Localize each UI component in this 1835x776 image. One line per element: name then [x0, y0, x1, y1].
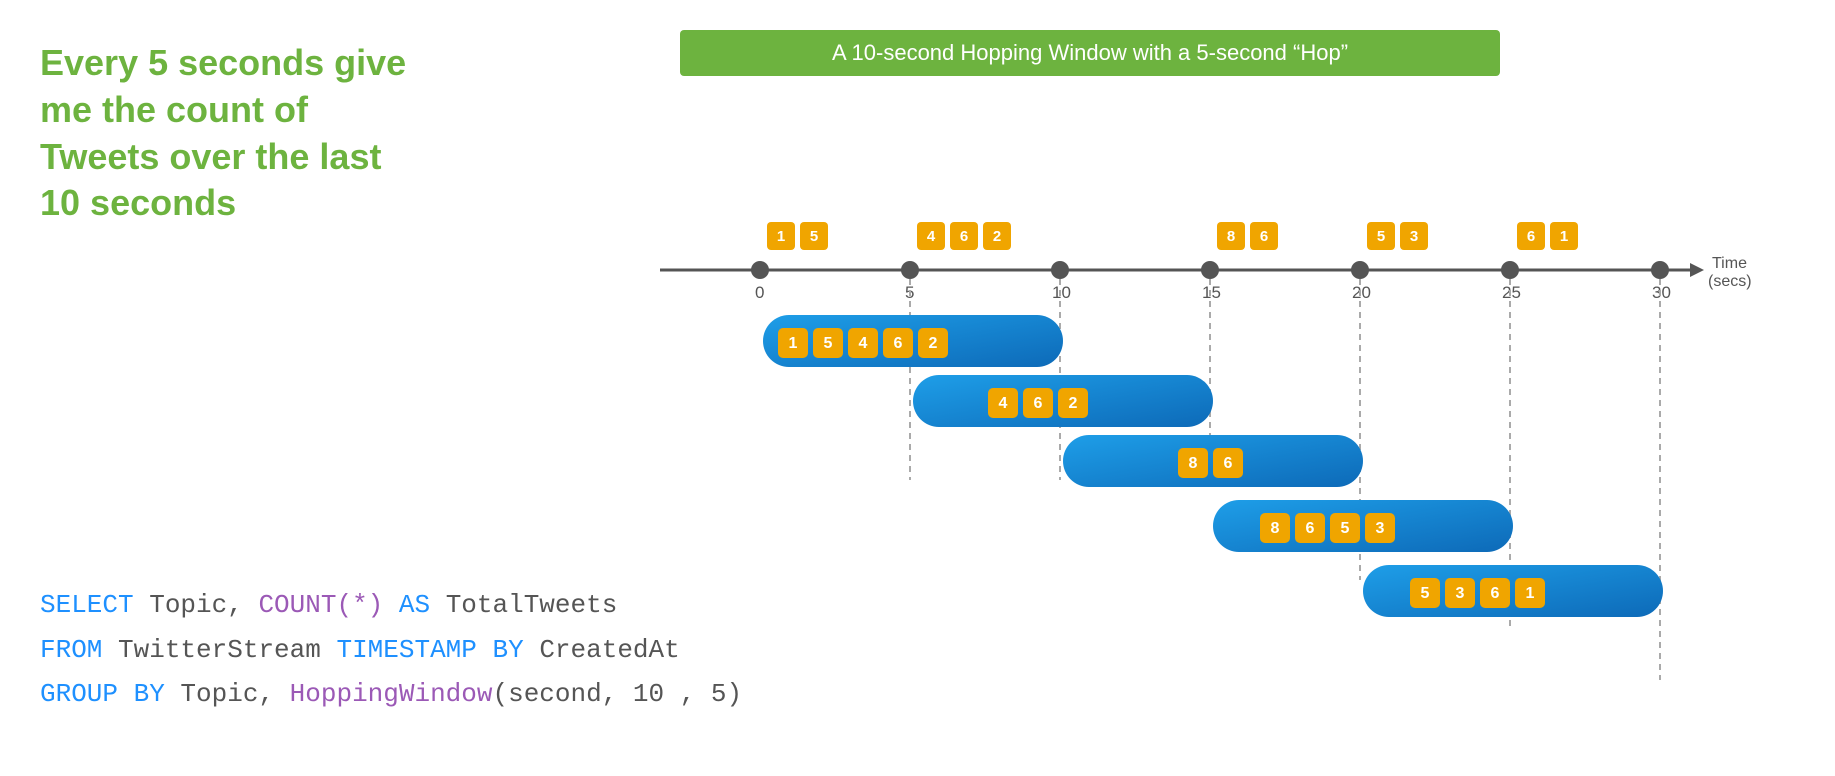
svg-text:1: 1: [1526, 585, 1535, 602]
svg-text:1: 1: [777, 228, 785, 245]
sql-topic: Topic,: [134, 590, 259, 620]
svg-text:3: 3: [1376, 520, 1385, 537]
svg-text:6: 6: [1034, 395, 1043, 412]
sql-total-tweets: TotalTweets: [430, 590, 617, 620]
svg-text:5: 5: [810, 228, 818, 245]
svg-text:6: 6: [1260, 228, 1268, 245]
kw-timestamp: TIMESTAMP: [336, 635, 476, 665]
sql-stream: TwitterStream: [102, 635, 336, 665]
kw-as: AS: [383, 590, 430, 620]
timeline-area: Time (secs) 0 5 10 15 20 25 30: [600, 150, 1780, 730]
svg-text:15: 15: [1202, 283, 1221, 302]
svg-text:Time: Time: [1712, 255, 1747, 272]
timeline-svg: Time (secs) 0 5 10 15 20 25 30: [600, 150, 1760, 730]
svg-text:4: 4: [999, 395, 1008, 412]
svg-text:6: 6: [1527, 228, 1535, 245]
svg-text:4: 4: [859, 335, 868, 352]
svg-text:6: 6: [1306, 520, 1315, 537]
main-container: Every 5 seconds give me the count of Twe…: [0, 0, 1835, 776]
svg-text:5: 5: [1377, 228, 1385, 245]
svg-text:20: 20: [1352, 283, 1371, 302]
svg-text:10: 10: [1052, 283, 1071, 302]
svg-text:1: 1: [789, 335, 798, 352]
svg-text:25: 25: [1502, 283, 1521, 302]
svg-text:(secs): (secs): [1708, 273, 1752, 290]
main-heading: Every 5 seconds give me the count of Twe…: [40, 40, 420, 227]
svg-text:4: 4: [927, 228, 936, 245]
svg-text:6: 6: [1224, 455, 1233, 472]
svg-text:3: 3: [1410, 228, 1418, 245]
svg-text:2: 2: [1069, 395, 1078, 412]
kw-by: BY: [477, 635, 524, 665]
svg-text:6: 6: [894, 335, 903, 352]
svg-text:8: 8: [1227, 228, 1235, 245]
svg-text:2: 2: [993, 228, 1001, 245]
sql-topic2: Topic,: [165, 679, 290, 709]
kw-by2: BY: [118, 679, 165, 709]
svg-text:5: 5: [824, 335, 833, 352]
svg-text:8: 8: [1271, 520, 1280, 537]
svg-text:6: 6: [960, 228, 968, 245]
svg-text:8: 8: [1189, 455, 1198, 472]
svg-text:2: 2: [929, 335, 938, 352]
svg-text:6: 6: [1491, 585, 1500, 602]
svg-text:5: 5: [1341, 520, 1350, 537]
svg-text:0: 0: [755, 283, 764, 302]
svg-text:5: 5: [1421, 585, 1430, 602]
title-bar: A 10-second Hopping Window with a 5-seco…: [680, 30, 1500, 76]
kw-count: COUNT(*): [258, 590, 383, 620]
kw-select: SELECT: [40, 590, 134, 620]
kw-from: FROM: [40, 635, 102, 665]
kw-group: GROUP: [40, 679, 118, 709]
svg-text:1: 1: [1560, 228, 1568, 245]
svg-text:30: 30: [1652, 283, 1671, 302]
kw-hopping: HoppingWindow: [290, 679, 493, 709]
svg-text:3: 3: [1456, 585, 1465, 602]
